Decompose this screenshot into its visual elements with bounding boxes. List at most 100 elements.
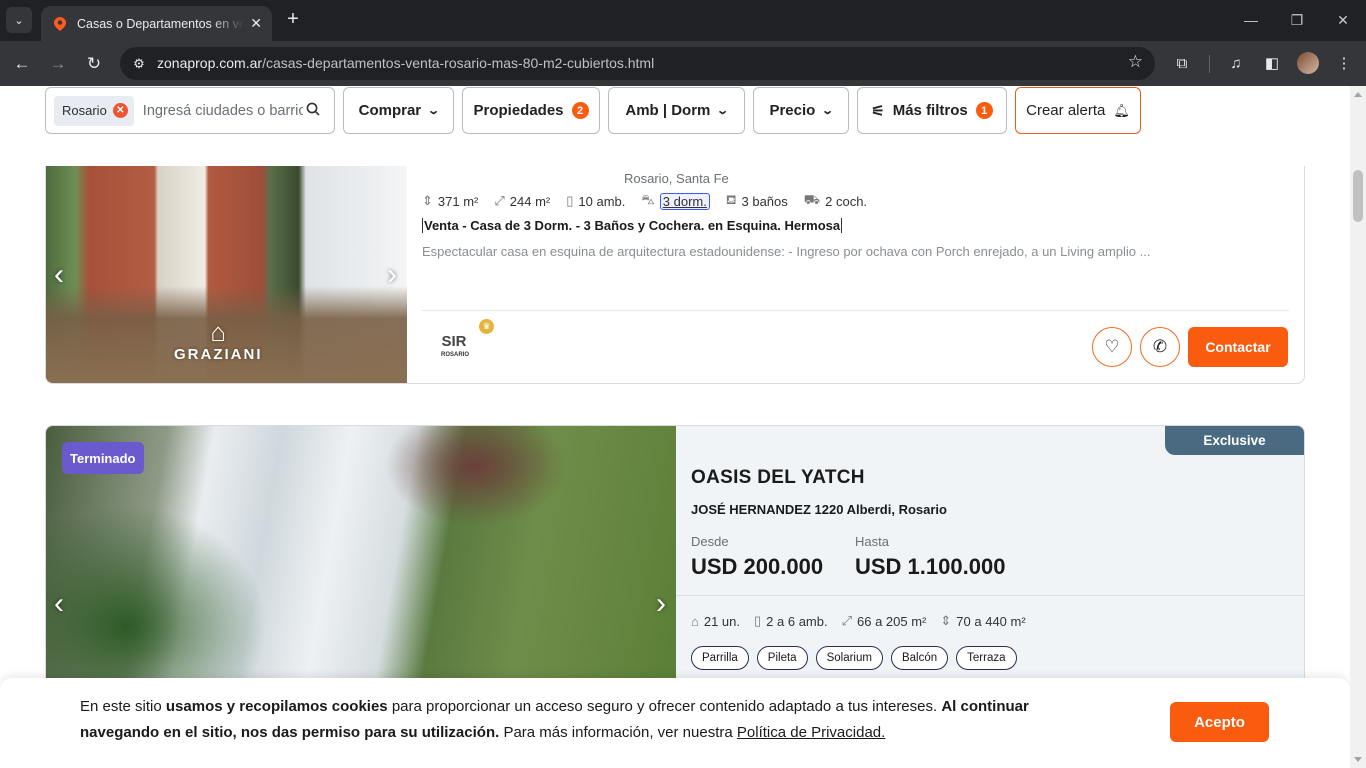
amenities-list: Parrilla Pileta Solarium Balcón Terraza — [691, 646, 1017, 670]
more-filters-button[interactable]: ⚟ Más filtros 1 — [857, 87, 1007, 134]
building-icon: ⌂ — [691, 613, 699, 629]
listing-title[interactable]: Venta - Casa de 3 Dorm. - 3 Baños y Coch… — [422, 218, 843, 233]
sliders-icon: ⚟ — [871, 102, 885, 120]
create-alert-button[interactable]: Crear alerta 🔔︎ — [1015, 87, 1141, 134]
restore-icon[interactable]: ❐ — [1285, 9, 1309, 31]
scroll-up-arrow-icon[interactable] — [1354, 92, 1362, 97]
bathtub-icon: ⛾ — [725, 192, 737, 207]
photo-prev-arrow-icon[interactable]: ‹ — [54, 258, 64, 292]
operation-dropdown[interactable]: Comprar ⌄ — [343, 87, 454, 134]
units-value: 21 un. — [703, 613, 741, 629]
listing-photo[interactable]: ‹ › ⌂ GRAZIANI — [46, 166, 407, 383]
card-divider — [676, 595, 1304, 596]
development-card[interactable]: Terminado ‹ › Exclusive OASIS DEL YATCH … — [45, 425, 1305, 705]
covered-area-icon: ⤢ — [494, 193, 505, 208]
price-from-label: Desde — [691, 534, 729, 549]
cookie-text-bold: usamos y recopilamos cookies — [165, 698, 388, 715]
listing-location: Rosario, Santa Fe — [624, 171, 729, 186]
call-button[interactable]: ✆ — [1140, 327, 1180, 367]
rooms-dropdown[interactable]: Amb | Dorm ⌄ — [608, 87, 745, 134]
minimize-icon[interactable]: — — [1239, 9, 1263, 31]
url-path: /casas-departamentos-venta-rosario-mas-8… — [262, 55, 655, 71]
amenity-tag: Balcón — [890, 646, 949, 670]
filter-bar: Rosario ✕ Comprar ⌄ Propiedades 2 Amb | … — [0, 86, 1350, 138]
agency-logo-mark: SIR — [441, 333, 467, 350]
back-arrow-icon[interactable]: ← — [9, 51, 35, 77]
location-search-input[interactable] — [142, 102, 303, 119]
photo-next-arrow-icon[interactable]: › — [387, 258, 397, 292]
rooms-label: Amb | Dorm — [625, 102, 711, 119]
covered-area-value: 244 m² — [509, 193, 551, 209]
chevron-down-icon: ⌄ — [821, 105, 835, 117]
feature-bedrooms: ⛍ 3 dorm. — [641, 192, 710, 210]
photo-prev-arrow-icon[interactable]: ‹ — [54, 587, 64, 621]
rooms-value: 2 a 6 amb. — [766, 613, 828, 629]
bookmark-star-icon[interactable]: ☆ — [1128, 52, 1143, 72]
development-photo[interactable]: Terminado ‹ › — [46, 426, 676, 704]
total-area-value: 70 a 440 m² — [956, 613, 1026, 629]
chevron-down-icon: ⌄ — [427, 105, 441, 117]
address-bar[interactable]: ⚙ zonaprop.com.ar/casas-departamentos-ve… — [120, 47, 1155, 80]
feature-parking: ⛟ 2 coch. — [804, 192, 867, 210]
page-scrollbar[interactable] — [1350, 86, 1366, 768]
browser-toolbar: ← → ↻ ⚙ zonaprop.com.ar/casas-departamen… — [0, 41, 1366, 86]
feature-rooms: ▯ 2 a 6 amb. — [754, 613, 828, 629]
agency-logo[interactable]: SIR ROSARIO — [441, 333, 469, 365]
card-divider — [422, 310, 1289, 311]
url-text[interactable]: zonaprop.com.ar/casas-departamentos-vent… — [157, 55, 654, 71]
property-type-dropdown[interactable]: Propiedades 2 — [462, 87, 600, 134]
photo-next-arrow-icon[interactable]: › — [656, 587, 666, 621]
zonaprop-favicon-icon — [53, 16, 67, 31]
favorite-button[interactable]: ♡ — [1092, 327, 1132, 367]
price-dropdown[interactable]: Precio ⌄ — [753, 87, 849, 134]
amenity-tag: Pileta — [756, 646, 808, 670]
tab-close-icon[interactable]: ✕ — [250, 15, 262, 32]
development-features: ⌂ 21 un. ▯ 2 a 6 amb. ⤢ 66 a 205 m² ⇕ 70 a 4… — [691, 613, 1040, 629]
forward-arrow-icon[interactable]: → — [45, 51, 71, 77]
listing-features: ⇕ 371 m² ⤢ 244 m² ▯ 10 amb. ⛍ 3 dorm. ⛾ 3 bañ… — [422, 192, 883, 210]
bedrooms-value: 3 dorm. — [659, 192, 710, 210]
property-type-count-badge: 2 — [571, 102, 589, 119]
feature-covered-area: ⤢ 66 a 205 m² — [842, 613, 927, 629]
tab-search-button[interactable]: ⌄ — [6, 7, 32, 33]
extensions-icon[interactable]: ⧉ — [1171, 52, 1193, 74]
cookie-banner: En este sitio usamos y recopilamos cooki… — [0, 678, 1350, 768]
close-window-icon[interactable]: ✕ — [1331, 9, 1355, 31]
site-info-icon[interactable]: ⚙ — [130, 55, 148, 73]
status-badge: Terminado — [62, 442, 144, 474]
search-icon[interactable] — [306, 102, 320, 120]
listing-description[interactable]: Espectacular casa en esquina de arquitec… — [422, 244, 1150, 259]
contact-button[interactable]: Contactar — [1188, 327, 1288, 367]
location-search-box[interactable]: Rosario ✕ — [45, 87, 335, 134]
url-domain: zonaprop.com.ar — [157, 55, 263, 71]
listing-card[interactable]: ‹ › ⌂ GRAZIANI Rosario, Santa Fe ⇕ 371 m²… — [45, 166, 1305, 384]
cookie-text-part: En este sitio — [80, 698, 166, 715]
covered-area-value: 66 a 205 m² — [857, 613, 927, 629]
development-title[interactable]: OASIS DEL YATCH — [691, 467, 865, 489]
privacy-policy-link[interactable]: Política de Privacidad. — [737, 724, 885, 741]
total-area-value: 371 m² — [437, 193, 479, 209]
remove-chip-icon[interactable]: ✕ — [112, 103, 128, 118]
more-filters-count-badge: 1 — [975, 102, 993, 119]
bell-icon: 🔔︎ — [1113, 102, 1130, 118]
photo-watermark-logo: ⌂ GRAZIANI — [174, 318, 263, 363]
accept-cookies-button[interactable]: Acepto — [1170, 702, 1269, 742]
car-icon: ⛟ — [803, 192, 821, 207]
location-chip[interactable]: Rosario ✕ — [54, 95, 134, 126]
scroll-down-arrow-icon[interactable] — [1354, 757, 1362, 762]
scroll-thumb[interactable] — [1353, 170, 1363, 222]
media-control-icon[interactable]: ♫ — [1225, 52, 1247, 74]
reload-icon[interactable]: ↻ — [81, 51, 107, 77]
feature-bathrooms: ⛾ 3 baños — [726, 192, 788, 210]
chrome-menu-icon[interactable]: ⋮ — [1333, 52, 1355, 74]
total-area-icon: ⇕ — [940, 613, 952, 628]
browser-tab-active[interactable]: Casas o Departamentos en venta ✕ — [41, 6, 272, 41]
parking-value: 2 coch. — [825, 193, 868, 209]
profile-avatar[interactable] — [1297, 52, 1319, 74]
new-tab-button[interactable]: + — [282, 8, 304, 30]
feature-covered-area: ⤢ 244 m² — [494, 192, 550, 210]
watermark-mark-icon: ⌂ — [210, 317, 227, 347]
side-panel-icon[interactable]: ◧ — [1261, 52, 1283, 74]
development-address: JOSÉ HERNANDEZ 1220 Alberdi, Rosario — [691, 502, 947, 517]
operation-label: Comprar — [358, 102, 422, 119]
